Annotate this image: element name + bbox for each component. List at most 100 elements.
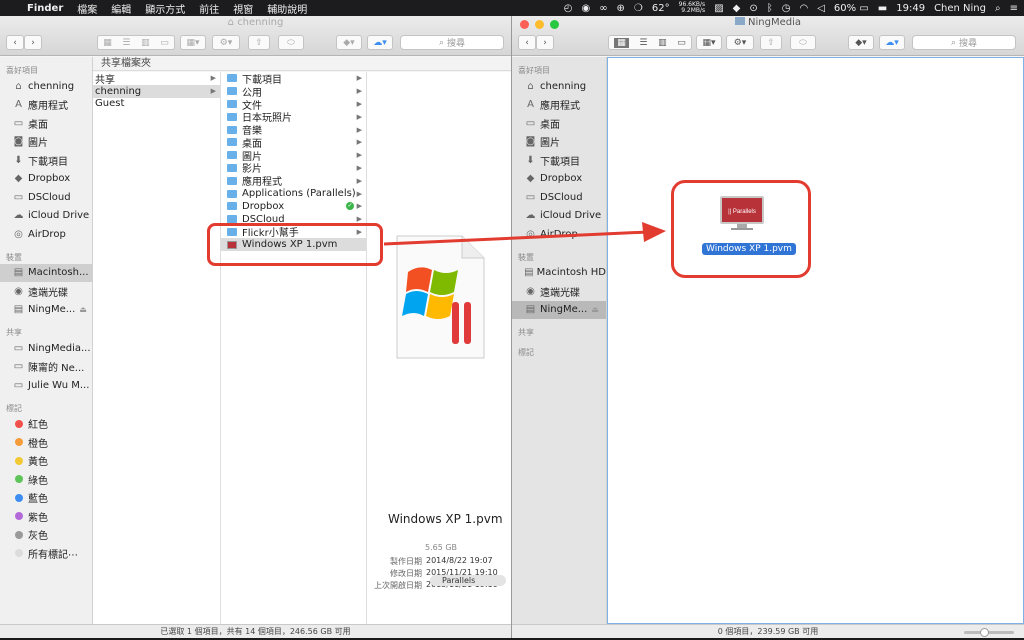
volume-icon[interactable]: ◁ [817, 3, 825, 14]
list-view-icon[interactable]: ☰ [122, 38, 130, 48]
sidebar-item[interactable]: 紅色 [0, 415, 92, 434]
temperature-readout[interactable]: 62° [652, 3, 670, 14]
action-gear-button[interactable]: ⚙▾ [212, 35, 240, 50]
sidebar-item[interactable]: ▭ NingMedia... [0, 339, 92, 358]
network-speed[interactable]: 96.6KB/s 9.2MB/s [679, 2, 706, 14]
icon-view-icon[interactable]: ▦ [614, 37, 629, 48]
list-view-icon[interactable]: ☰ [639, 38, 647, 48]
sidebar-item[interactable]: ▤ Macintosh HD [512, 264, 606, 283]
arrange-button[interactable]: ▦▾ [180, 35, 206, 50]
dropbox-toolbar-button[interactable]: ◆▾ [336, 35, 362, 50]
sidebar-item[interactable]: ▤ NingMe... ⏏ [0, 301, 92, 320]
menu-file[interactable]: 檔案 [70, 1, 104, 16]
sidebar-item[interactable]: ◙ 圖片 [512, 133, 606, 152]
list-item[interactable]: Guest [93, 98, 220, 111]
sidebar-item[interactable]: ◉ 遠端光碟 [0, 282, 92, 301]
bluetooth-icon[interactable]: ᛒ [767, 3, 773, 14]
coverflow-view-icon[interactable]: ▭ [160, 38, 169, 48]
sidebar-item[interactable]: ◙ 圖片 [0, 133, 92, 152]
sidebar-item[interactable]: 紫色 [0, 507, 92, 526]
eject-icon[interactable]: ⏏ [79, 305, 87, 314]
sidebar-item[interactable]: ☁ iCloud Drive [0, 207, 92, 226]
back-button[interactable]: ‹ [518, 35, 536, 50]
status-icon[interactable]: ◉ [581, 3, 590, 14]
list-item[interactable]: Dropbox ✓ ▶ [221, 200, 366, 213]
sidebar-item[interactable]: ◆ Dropbox [0, 170, 92, 189]
share-button[interactable]: ⇧ [248, 35, 270, 50]
sidebar-item[interactable]: ▭ DSCloud [512, 188, 606, 207]
sidebar-item[interactable]: ▭ 桌面 [0, 114, 92, 133]
eject-icon[interactable]: ⏏ [591, 305, 599, 314]
forward-button[interactable]: › [24, 35, 42, 50]
column-view-icon[interactable]: ▥ [658, 38, 667, 48]
sidebar-item[interactable]: 綠色 [0, 470, 92, 489]
menu-go[interactable]: 前往 [192, 1, 226, 16]
search-field[interactable]: ⌕ 搜尋 [912, 35, 1016, 50]
icloud-toolbar-button[interactable]: ☁▾ [367, 35, 393, 50]
slider-knob[interactable] [980, 628, 989, 637]
sidebar-item[interactable]: ◎ AirDrop [0, 225, 92, 244]
list-item[interactable]: 共享 ▶ [93, 72, 220, 86]
dropbox-toolbar-button[interactable]: ◆▾ [848, 35, 874, 50]
status-icon[interactable]: ⊙ [749, 3, 757, 14]
view-mode-selector[interactable]: ▦ ☰ ▥ ▭ [608, 35, 692, 50]
coverflow-view-icon[interactable]: ▭ [677, 38, 686, 48]
flag-icon[interactable]: ▬ [878, 3, 887, 14]
list-item[interactable]: Applications (Parallels) ▶ [221, 187, 366, 200]
sidebar-item[interactable]: ⬇ 下載項目 [512, 151, 606, 170]
icon-view-icon[interactable]: ▦ [103, 38, 112, 48]
notification-icon[interactable]: ≡ [1010, 3, 1018, 14]
sidebar-item[interactable]: 黃色 [0, 452, 92, 471]
status-icon[interactable]: ⊕ [617, 3, 625, 14]
time-machine-icon[interactable]: ◷ [782, 3, 791, 14]
search-icon[interactable]: ⌕ [995, 3, 1001, 14]
sidebar-item[interactable]: ▭ 陳甯的 Ne... [0, 358, 92, 377]
tag-pill[interactable]: Parallels [430, 575, 506, 586]
menu-view[interactable]: 顯示方式 [138, 1, 192, 16]
sidebar-item[interactable]: ⌂ chenning [0, 77, 92, 96]
sidebar-item[interactable]: ◆ Dropbox [512, 170, 606, 189]
activity-monitor-icon[interactable]: ▨ [714, 3, 723, 14]
sidebar-item[interactable]: 橙色 [0, 433, 92, 452]
back-button[interactable]: ‹ [6, 35, 24, 50]
status-icon[interactable]: ◴ [564, 3, 573, 14]
icon-size-slider[interactable] [964, 628, 1014, 637]
arrange-button[interactable]: ▦▾ [696, 35, 722, 50]
sidebar-item[interactable]: 灰色 [0, 526, 92, 545]
sidebar-item[interactable]: ◉ 遠端光碟 [512, 282, 606, 301]
action-gear-button[interactable]: ⚙▾ [726, 35, 754, 50]
menu-finder[interactable]: Finder [20, 3, 70, 14]
tag-button[interactable]: ⬭ [278, 35, 304, 50]
clock[interactable]: 19:49 [896, 3, 925, 14]
dropbox-menu-icon[interactable]: ◆ [733, 3, 741, 14]
status-icon[interactable]: ∞ [599, 3, 607, 14]
sidebar-item[interactable]: A 應用程式 [0, 96, 92, 115]
menu-edit[interactable]: 編輯 [104, 1, 138, 16]
tag-button[interactable]: ⬭ [790, 35, 816, 50]
search-field[interactable]: ⌕ 搜尋 [400, 35, 504, 50]
column-view-icon[interactable]: ▥ [141, 38, 150, 48]
user-name[interactable]: Chen Ning [934, 3, 986, 14]
sidebar-item[interactable]: ▭ DSCloud [0, 188, 92, 207]
sidebar-item[interactable]: ▤ NingMe... ⏏ [512, 300, 606, 319]
menu-help[interactable]: 輔助說明 [260, 1, 314, 16]
wifi-icon[interactable]: ◠ [799, 3, 808, 14]
icloud-toolbar-button[interactable]: ☁▾ [879, 35, 905, 50]
folder-content-area[interactable] [607, 57, 1024, 624]
battery-readout[interactable]: 60% ▭ [834, 3, 869, 14]
sidebar-item[interactable]: ⬇ 下載項目 [0, 151, 92, 170]
sidebar-item[interactable]: A 應用程式 [512, 96, 606, 115]
status-icon[interactable]: ❍ [634, 3, 643, 14]
forward-button[interactable]: › [536, 35, 554, 50]
sidebar-item[interactable]: ▭ Julie Wu M... [0, 376, 92, 395]
sidebar-item[interactable]: 藍色 [0, 489, 92, 508]
menu-window[interactable]: 視窗 [226, 1, 260, 16]
list-item[interactable]: 應用程式 ▶ [221, 174, 366, 188]
sidebar-item[interactable]: ▤ Macintosh... [0, 263, 92, 282]
sidebar-item[interactable]: ⌂ chenning [512, 77, 606, 96]
sidebar-item[interactable]: ▭ 桌面 [512, 114, 606, 133]
list-item[interactable]: chenning ▶ [93, 84, 220, 98]
view-mode-selector[interactable]: ▦ ☰ ▥ ▭ [97, 35, 175, 50]
share-button[interactable]: ⇧ [760, 35, 782, 50]
sidebar-item[interactable]: 所有標記⋯ [0, 544, 92, 563]
